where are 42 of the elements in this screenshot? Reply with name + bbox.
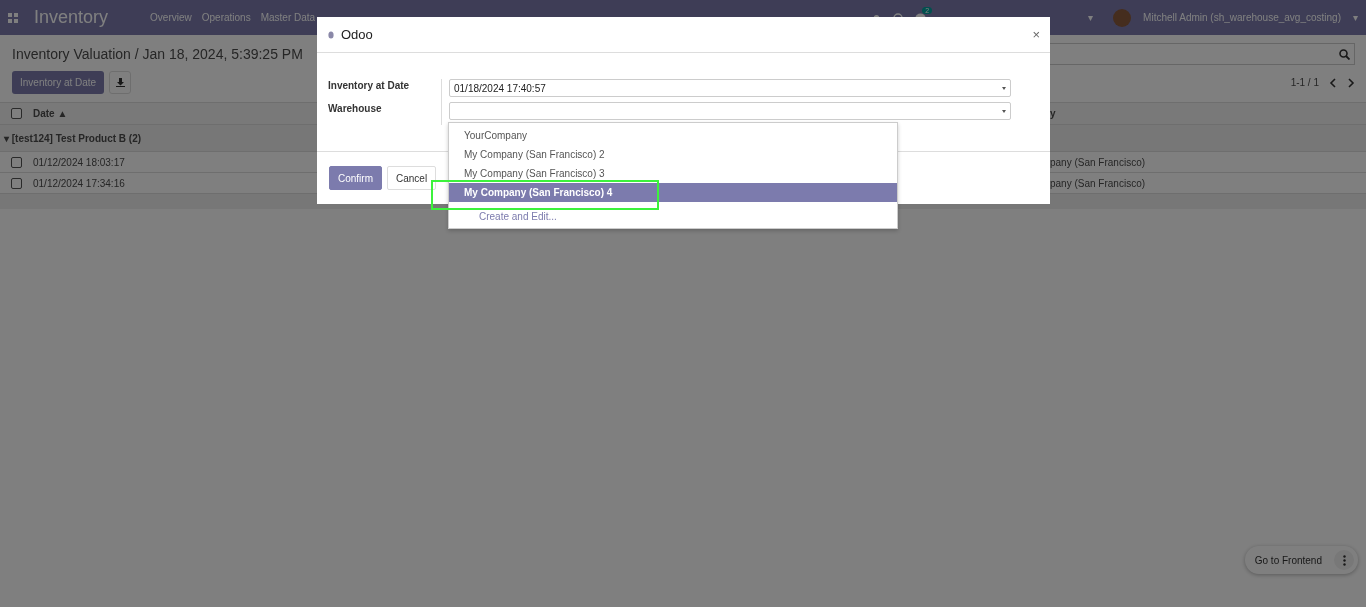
pager-value[interactable]: 1-1 / 1: [1290, 77, 1319, 88]
select-field[interactable]: [449, 102, 1011, 120]
dropdown-option[interactable]: My Company (San Francisco) 4: [449, 183, 897, 202]
kebab-icon: [1342, 554, 1346, 566]
caret-icon: ▾: [1353, 12, 1358, 23]
field-label: Inventory at Date: [328, 79, 411, 93]
download-button[interactable]: [109, 71, 132, 94]
dropdown-option[interactable]: My Company (San Francisco) 2: [449, 145, 897, 164]
download-icon: [115, 78, 125, 87]
column-header[interactable]: y: [1050, 108, 1056, 119]
app-name[interactable]: Inventory: [34, 7, 109, 28]
select-all-checkbox[interactable]: [11, 108, 22, 119]
table-cell: pany (San Francisco): [1050, 156, 1146, 168]
caret-icon: ▾: [1088, 12, 1094, 23]
close-button[interactable]: ×: [1032, 27, 1040, 42]
menu-item[interactable]: Master Data: [260, 12, 316, 23]
table-cell: 01/12/2024 17:34:16: [33, 177, 125, 189]
row-checkbox[interactable]: [11, 177, 22, 189]
table-cell: pany (San Francisco): [1050, 177, 1146, 189]
create-and-edit-link[interactable]: Create and Edit...: [479, 211, 557, 223]
menu-item[interactable]: Overview: [150, 12, 192, 23]
confirm-button[interactable]: Confirm: [329, 166, 382, 190]
select-field[interactable]: 01/18/2024 17:40:57: [449, 79, 1011, 97]
row-checkbox[interactable]: [11, 156, 22, 168]
cancel-button[interactable]: Cancel: [387, 166, 437, 190]
previous-page-icon[interactable]: [1329, 77, 1337, 88]
next-page-icon[interactable]: [1347, 77, 1355, 88]
menu-item[interactable]: Operations: [201, 12, 251, 23]
dropdown-option[interactable]: YourCompany: [449, 126, 897, 145]
caret-icon: [1002, 86, 1006, 90]
more-options-button[interactable]: [1334, 550, 1354, 570]
caret-icon: [1002, 109, 1006, 113]
field-label: Warehouse: [328, 102, 383, 116]
table-cell: 01/12/2024 18:03:17: [33, 156, 125, 168]
apps-menu-icon: [8, 12, 18, 23]
dropdown-option[interactable]: My Company (San Francisco) 3: [449, 164, 897, 183]
bug-icon: [327, 30, 335, 39]
search-icon[interactable]: [1339, 48, 1350, 60]
user-menu[interactable]: Mitchell Admin (sh_warehouse_avg_costing): [1143, 12, 1341, 23]
breadcrumb-title: Inventory Valuation / Jan 18, 2024, 5:39:25 PM: [12, 46, 303, 62]
dialog-title: Odoo: [341, 27, 373, 42]
column-header[interactable]: Date ▲: [33, 108, 68, 119]
